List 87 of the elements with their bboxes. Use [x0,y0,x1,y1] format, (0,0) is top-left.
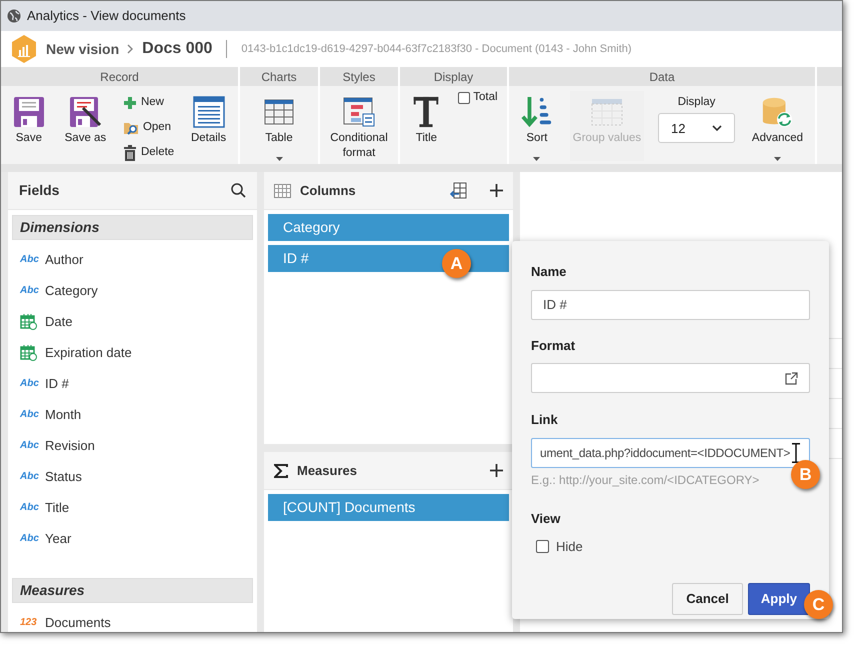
ribbon-button[interactable]: Save as [62,91,110,161]
panel-title: Columns [300,182,357,200]
text-type-tag: Abc [20,252,37,267]
field-label[interactable]: Documents [45,612,111,632]
breadcrumb-item[interactable]: Docs 000 [142,37,212,61]
field-label[interactable]: Date [45,312,72,332]
field-label[interactable]: Revision [45,436,95,456]
calendar-icon [20,313,37,330]
column-import-icon [450,182,467,199]
ribbon-button[interactable]: Save [10,91,48,161]
display-count-select[interactable]: 12 [658,113,736,144]
text-cursor-icon [792,442,800,462]
field-label[interactable]: Title [45,498,70,518]
field-label[interactable]: Month [45,404,82,424]
panel-title: Measures [297,462,358,480]
field-label: Name [531,263,568,281]
field-label[interactable]: Status [45,466,82,486]
apply-button[interactable]: Apply [748,582,810,614]
field-label[interactable]: Category [45,280,98,300]
plus-icon [490,464,503,477]
sort-icon [520,96,553,128]
chart-logo-icon [10,34,38,64]
field-label: Link [531,411,559,429]
text-type-tag: Abc [20,407,37,422]
hide-checkbox[interactable]: Hide [536,537,810,556]
ribbon-group-label: Display [400,67,507,86]
chevron-icon [127,44,134,54]
ribbon-button[interactable]: Sort [518,91,556,161]
total-checkbox[interactable]: Total [458,89,498,106]
field-label[interactable]: Expiration date [45,342,132,362]
number-type-tag: 123 [20,615,37,630]
list-window-icon [192,96,225,128]
trash-icon [122,144,137,160]
name-input[interactable]: ID # [531,290,810,320]
ribbon-group-label: Record [1,67,238,86]
grid-icon [274,184,291,198]
field-label[interactable]: ID # [45,374,69,394]
ribbon-group-label: Styles [320,67,398,86]
field-label: View [531,510,562,528]
plus-icon [490,184,503,197]
external-link-icon [785,372,798,384]
ribbon-button[interactable]: Title [409,91,444,161]
field-label[interactable]: Author [45,250,84,270]
ribbon-button[interactable]: New [122,92,174,113]
ribbon-button[interactable]: Advanced [748,91,806,161]
text-type-tag: Abc [20,469,37,484]
ribbon-button[interactable]: Open [122,117,174,138]
text-type-tag: Abc [20,283,37,298]
serif-letter-icon [412,96,440,128]
calendar-icon [20,344,37,361]
format-input[interactable] [531,363,810,393]
sigma-icon [274,464,288,478]
folder-search-icon [122,120,139,134]
cancel-button[interactable]: Cancel [672,582,743,614]
database-refresh-icon [760,96,794,128]
document-subtitle: 0143-b1c1dc19-d619-4297-b044-63f7c2183f30 - Document (0143 - John Smith) [241,42,632,57]
text-type-tag: Abc [20,438,37,453]
breadcrumb-item[interactable]: New vision [46,38,120,60]
conditional-format-icon [343,96,375,128]
caret-icon [774,157,781,161]
window-title: Analytics - View documents [27,7,186,26]
ribbon-button[interactable]: Details [188,91,230,161]
chevron-down-icon [712,125,722,132]
ribbon-button[interactable]: Delete [122,142,174,163]
ribbon-button[interactable]: Table [261,91,297,161]
select-label: Display [678,95,716,110]
section-header: Measures [12,578,253,603]
hint-text: E.g.: http://your_site.com/<IDCATEGORY> [531,472,760,488]
plus-icon [122,96,137,110]
search-icon [231,183,246,198]
field-label[interactable]: Year [45,528,72,548]
text-type-tag: Abc [20,531,37,546]
globe-icon [7,9,21,23]
caret-icon [276,157,282,161]
section-header: Dimensions [12,215,253,240]
grid-icon [590,96,623,128]
field-label: Format [531,336,576,354]
save-icon [12,96,45,128]
ribbon-button[interactable]: Conditional format [326,91,392,161]
ribbon-group-label: Charts [240,67,318,86]
text-type-tag: Abc [20,500,37,515]
link-input[interactable]: ument_data.php?iddocument=<IDDOCUMENT> [531,438,810,468]
panel-title: Fields [19,181,60,200]
text-type-tag: Abc [20,376,37,391]
caret-icon [533,157,540,161]
save-as-icon [69,96,102,128]
ribbon-group-label: Data [509,67,815,86]
